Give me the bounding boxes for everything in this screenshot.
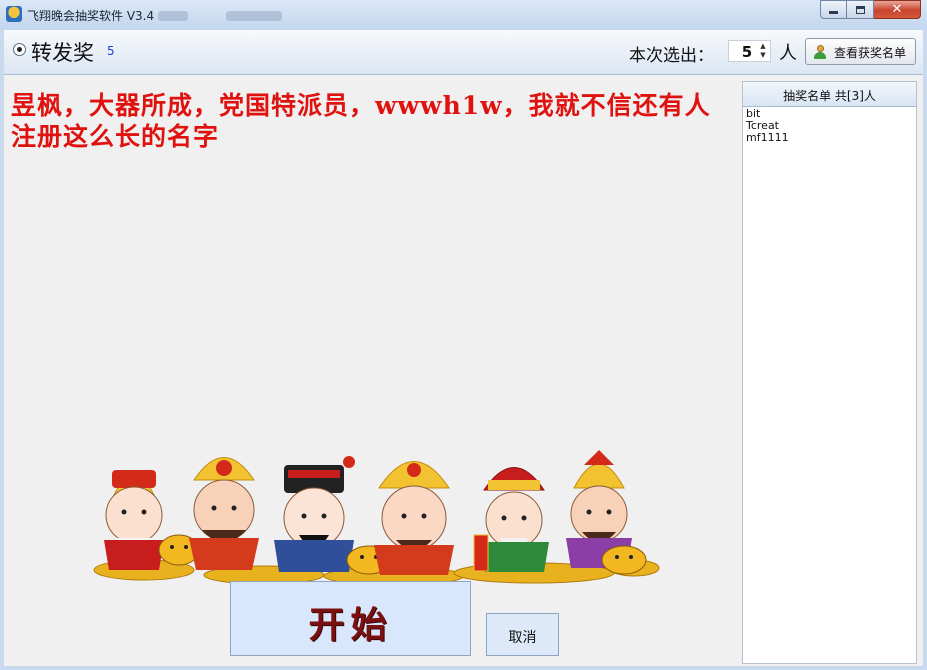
blurred-taskbar-item — [158, 11, 188, 21]
figure-4 — [374, 461, 454, 575]
cancel-button[interactable]: 取消 — [486, 613, 559, 656]
prize-radio-button[interactable] — [13, 43, 26, 56]
close-button[interactable]: ✕ — [874, 0, 921, 19]
pick-count-value[interactable]: 5 — [737, 43, 757, 61]
prize-count: 5 — [107, 44, 115, 58]
prize-name[interactable]: 转发奖 — [31, 37, 94, 67]
cancel-button-label: 取消 — [508, 630, 537, 646]
maximize-icon — [855, 5, 865, 14]
radio-selected-dot — [17, 47, 22, 52]
maximize-button[interactable] — [847, 0, 874, 19]
minimize-icon — [829, 11, 838, 14]
view-winners-button[interactable]: 查看获奖名单 — [805, 38, 916, 65]
app-client-area: 转发奖 5 本次选出： 5 ▲ ▼ 人 查看获奖名单 昱枫，大器所成，党国特派员，… — [4, 30, 923, 666]
tiger-3 — [601, 545, 647, 575]
winners-list: bit Tcreat mf1111 — [746, 108, 789, 144]
winners-list-panel[interactable]: 抽奖名单 共[3]人 bit Tcreat mf1111 — [742, 81, 917, 664]
start-button-label: 开始 — [308, 604, 393, 646]
title-bar: 飞翔晚会抽奖软件 V3.4 ✕ — [0, 0, 927, 30]
winners-list-header: 抽奖名单 共[3]人 — [743, 82, 916, 107]
minimize-button[interactable] — [820, 0, 847, 19]
blurred-taskbar-item — [226, 11, 282, 21]
pick-unit-label: 人 — [779, 43, 797, 64]
winners-list-header-text: 抽奖名单 共[3]人 — [783, 89, 876, 103]
winner-display-text: 昱枫，大器所成，党国特派员，wwwh1w，我就不信还有人注册这么长的名字 — [11, 91, 711, 151]
figure-1 — [104, 470, 164, 570]
user-icon — [814, 45, 826, 59]
caishen-illustration — [93, 450, 660, 586]
figure-3 — [274, 456, 355, 572]
header-bar: 转发奖 5 本次选出： 5 ▲ ▼ 人 查看获奖名单 — [4, 30, 923, 75]
view-winners-label: 查看获奖名单 — [834, 46, 907, 60]
close-icon: ✕ — [891, 2, 903, 17]
list-item[interactable]: mf1111 — [746, 132, 789, 144]
start-button[interactable]: 开始 — [230, 581, 471, 656]
pick-count-spinner[interactable]: 5 ▲ ▼ — [728, 40, 771, 62]
pick-count-label: 本次选出： — [629, 46, 714, 66]
window-title: 飞翔晚会抽奖软件 V3.4 — [27, 9, 155, 23]
app-icon — [6, 6, 22, 22]
window-controls: ✕ — [820, 0, 921, 19]
spin-arrows-icon[interactable]: ▲ ▼ — [758, 42, 768, 60]
figure-5 — [473, 467, 549, 572]
figure-2 — [189, 457, 259, 570]
